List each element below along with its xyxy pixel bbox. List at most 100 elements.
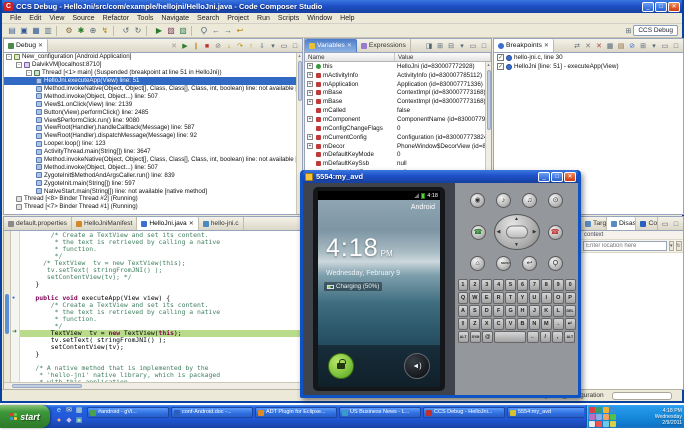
variable-row[interactable]: mCalled false	[305, 106, 491, 115]
menu-project[interactable]: Project	[223, 15, 253, 22]
messenger-icon[interactable]: ▣	[74, 416, 84, 426]
collapse-all-icon[interactable]: ⊟	[446, 42, 456, 52]
minimize-view-icon[interactable]: ▭	[279, 42, 289, 52]
close-button[interactable]: ✕	[668, 1, 680, 12]
tab-breakpoints[interactable]: Breakpoints ✕	[494, 39, 554, 52]
location-dropdown-icon[interactable]: ▾	[669, 241, 674, 251]
tab-disassembly[interactable]: Disassembly✕	[607, 217, 637, 230]
dpad[interactable]: ▲ ▼ ◀ ▶	[493, 214, 540, 250]
close-tab-icon[interactable]: ✕	[347, 42, 352, 49]
tab-variables[interactable]: Variables ✕	[305, 39, 357, 52]
dpad-center-button[interactable]	[505, 225, 528, 239]
task-button[interactable]: 5554:my_avd	[507, 407, 584, 418]
tray-icon[interactable]	[603, 413, 609, 420]
key-1[interactable]: 1	[457, 279, 469, 291]
link-with-debug-icon[interactable]: ⇄	[572, 42, 582, 52]
undo-icon[interactable]: ↺	[120, 25, 132, 37]
task-button[interactable]: US Business News - L...	[339, 407, 421, 418]
browser-icon[interactable]: ●	[54, 416, 64, 426]
unlock-slider[interactable]	[328, 353, 354, 379]
editor-tab-hellojni.java[interactable]: HelloJni.java ✕	[137, 217, 199, 230]
tab-console[interactable]: Console	[636, 217, 658, 230]
tray-icon[interactable]	[589, 406, 595, 413]
view-menu-icon[interactable]: ▾	[649, 42, 659, 52]
key-w[interactable]: W	[469, 292, 481, 304]
key-i[interactable]: I	[540, 292, 552, 304]
sound-toggle[interactable]: ◄)	[404, 353, 430, 379]
minimize-view-icon[interactable]: ▭	[660, 220, 670, 230]
resume-icon[interactable]: ▶	[180, 42, 190, 52]
tray-icon[interactable]	[596, 420, 602, 427]
key-6[interactable]: 6	[517, 279, 528, 291]
key-del[interactable]: DEL	[564, 305, 576, 317]
tray-icon[interactable]	[603, 406, 609, 413]
debug-tree-item[interactable]: NativeStart.main(String[]) line: not ava…	[4, 187, 302, 195]
key-sym[interactable]: ,	[551, 331, 564, 343]
drop-to-frame-icon[interactable]: ⇓	[257, 42, 267, 52]
debug-tree-item[interactable]: ActivityThread.main(String[]) line: 3647	[4, 148, 302, 156]
breakpoint-item[interactable]: ✓ hello-jni.c, line 30	[494, 53, 683, 62]
editor-overview-ruler[interactable]	[4, 231, 11, 382]
navigate-back-icon[interactable]: ←	[210, 25, 222, 37]
key-y[interactable]: Y	[517, 292, 528, 304]
key-0[interactable]: 0	[564, 279, 576, 291]
key-sym[interactable]: /	[539, 331, 551, 343]
variable-row[interactable]: + this HelloJni (id=830007772928)	[305, 62, 491, 71]
camera-button[interactable]: ◉	[470, 193, 485, 208]
start-button[interactable]: start	[0, 405, 50, 428]
build-icon[interactable]: ⚙	[63, 25, 75, 37]
task-button[interactable]: #android - gVi...	[87, 407, 169, 418]
memory-icon[interactable]: ▧	[177, 25, 189, 37]
key-t[interactable]: T	[505, 292, 517, 304]
row-expander-icon[interactable]: +	[307, 72, 313, 79]
row-expander-icon[interactable]: +	[307, 143, 313, 150]
task-button[interactable]: conf-Android.doc -...	[171, 407, 253, 418]
key-j[interactable]: J	[528, 305, 540, 317]
debug-tree-item[interactable]: Method.invoke(Object, Object...) line: 5…	[4, 163, 302, 171]
task-button[interactable]: ADT Plugin for Eclipse...	[255, 407, 337, 418]
dpad-down-icon[interactable]: ▼	[514, 242, 519, 248]
location-input[interactable]	[583, 241, 667, 251]
key-2[interactable]: 2	[469, 279, 481, 291]
key-l[interactable]: L	[552, 305, 564, 317]
last-edit-location-icon[interactable]: ↩	[234, 25, 246, 37]
suspend-icon[interactable]: ∥	[191, 42, 201, 52]
phone-screen[interactable]: 4:18 Android 4:18 PM Wednesday, February …	[318, 191, 440, 387]
debug-tree-item[interactable]: View$PerformClick.run() line: 9080	[4, 116, 302, 124]
perspective-grid-icon[interactable]: ⊞	[625, 27, 631, 35]
navigate-forward-icon[interactable]: →	[222, 25, 234, 37]
volume-down-button[interactable]: ♪	[496, 193, 511, 208]
dpad-up-icon[interactable]: ▲	[514, 216, 519, 222]
menu-file[interactable]: File	[6, 15, 25, 22]
save-icon[interactable]: ▣	[18, 25, 30, 37]
variable-row[interactable]: + mComponent ComponentName (id=83000779405…	[305, 115, 491, 124]
tray-icon[interactable]	[610, 413, 616, 420]
key-x[interactable]: X	[481, 318, 493, 330]
key-m[interactable]: M	[540, 318, 552, 330]
maximize-view-icon[interactable]: □	[290, 42, 300, 52]
tray-icon[interactable]	[596, 413, 602, 420]
tab-expressions[interactable]: Expressions	[357, 39, 411, 52]
key-sym[interactable]: ↵	[564, 318, 576, 330]
menu-run[interactable]: Run	[253, 15, 274, 22]
variable-row[interactable]: + mDecor PhoneWindow$DecorView (id=8300077…	[305, 142, 491, 151]
tab-target-con---[interactable]: Target Con...	[581, 217, 607, 230]
key-8[interactable]: 8	[540, 279, 552, 291]
key-b[interactable]: B	[517, 318, 528, 330]
new-target-configuration-icon[interactable]: ⊕	[87, 25, 99, 37]
disconnect-icon[interactable]: ⊘	[213, 42, 223, 52]
show-type-names-icon[interactable]: ◨	[424, 42, 434, 52]
debug-icon[interactable]: ✱	[75, 25, 87, 37]
step-over-icon[interactable]: ↷	[235, 42, 245, 52]
minimize-view-icon[interactable]: ▭	[468, 42, 478, 52]
menu-refactor[interactable]: Refactor	[99, 15, 133, 22]
editor-gutter[interactable]: ● ➜	[11, 231, 20, 382]
end-call-button[interactable]: ☎	[547, 224, 563, 240]
key-sym[interactable]: @	[482, 331, 494, 343]
key-9[interactable]: 9	[552, 279, 564, 291]
search-button[interactable]: Ϙ	[548, 256, 563, 271]
key-5[interactable]: 5	[505, 279, 517, 291]
debug-tree-item[interactable]: Thread [<8> Binder Thread #2] (Running)	[4, 195, 302, 203]
row-expander-icon[interactable]: +	[307, 116, 313, 123]
emulator-maximize-button[interactable]: □	[551, 171, 563, 182]
